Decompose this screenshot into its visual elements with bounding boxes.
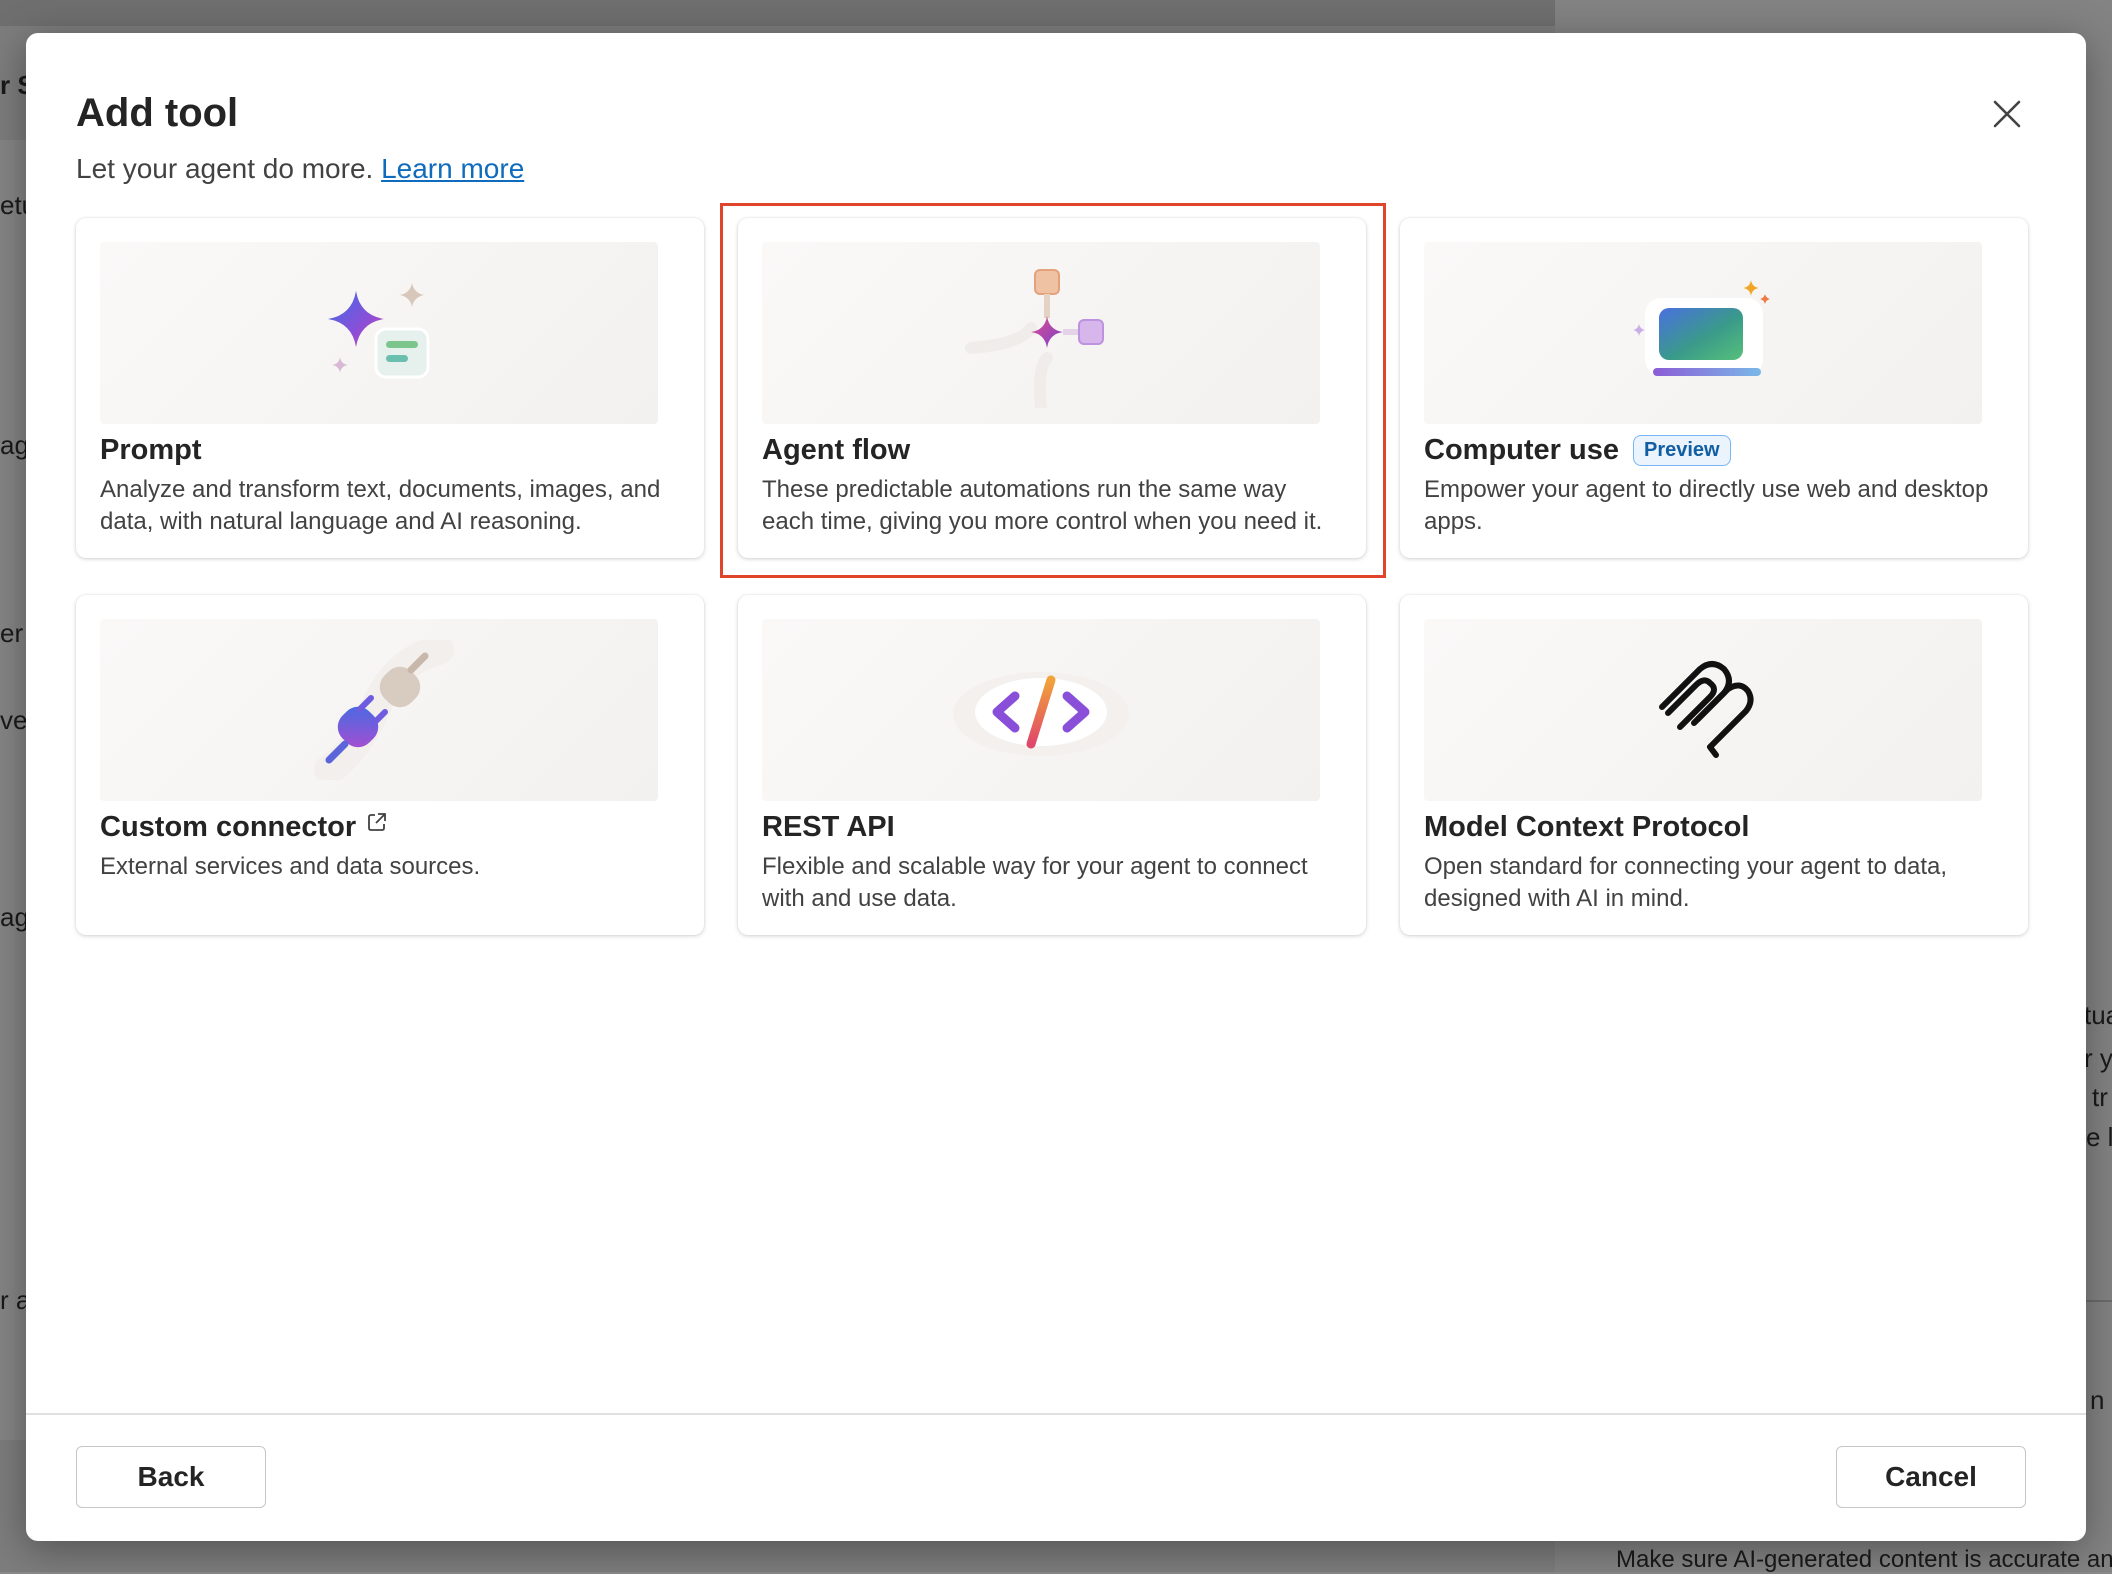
close-icon <box>1993 100 2021 128</box>
card-title: REST API <box>762 811 895 844</box>
card-banner <box>762 242 1320 424</box>
card-title: Computer use Preview <box>1424 434 1731 467</box>
card-title-text: Computer use <box>1424 434 1619 466</box>
learn-more-link[interactable]: Learn more <box>381 153 524 184</box>
close-button[interactable] <box>1986 93 2028 135</box>
tool-card-agent-flow[interactable]: Agent flow These predictable automations… <box>738 218 1366 558</box>
add-tool-dialog: Add tool Let your agent do more. Learn m… <box>26 33 2086 1541</box>
background-left-panel <box>0 140 26 1440</box>
card-title-text: Agent flow <box>762 434 911 466</box>
dialog-subtitle: Let your agent do more. Learn more <box>76 153 524 185</box>
plug-icon <box>314 640 454 780</box>
tool-card-prompt[interactable]: Prompt Analyze and transform text, docum… <box>76 218 704 558</box>
card-title-text: Model Context Protocol <box>1424 811 1750 843</box>
external-link-icon <box>368 812 387 831</box>
card-description: Flexible and scalable way for your agent… <box>762 853 1308 912</box>
card-title: Custom connector <box>100 811 388 844</box>
back-button[interactable]: Back <box>76 1446 266 1508</box>
card-description: Empower your agent to directly use web a… <box>1424 476 1989 535</box>
dialog-subtitle-text: Let your agent do more. <box>76 153 374 184</box>
mcp-icon <box>1659 661 1754 758</box>
tool-card-rest-api[interactable]: REST API Flexible and scalable way for y… <box>738 595 1366 935</box>
card-banner <box>762 619 1320 801</box>
card-title-text: Prompt <box>100 434 202 466</box>
background-text: ag <box>0 430 29 460</box>
footer-divider <box>26 1413 2086 1415</box>
tool-card-computer-use[interactable]: Computer use Preview Empower your agent … <box>1400 218 2028 558</box>
background-text: Make sure AI-generated content is accura… <box>1616 1546 2112 1573</box>
card-title: Model Context Protocol <box>1424 811 1749 844</box>
card-title: Prompt <box>100 434 202 467</box>
preview-badge: Preview <box>1632 435 1731 466</box>
tool-card-custom-connector[interactable]: Custom connector External services and d… <box>76 595 704 935</box>
agent-flow-icon <box>965 269 1104 408</box>
card-banner <box>1424 619 1982 801</box>
cancel-button[interactable]: Cancel <box>1836 1446 2026 1508</box>
background-text: n <box>2090 1385 2105 1415</box>
background-text: ag <box>0 902 29 932</box>
background-text: tr <box>2092 1082 2108 1112</box>
background-text: r y <box>2084 1043 2112 1073</box>
dialog-title: Add tool <box>76 91 239 135</box>
card-description: These predictable automations run the sa… <box>762 476 1323 535</box>
card-banner <box>100 242 658 424</box>
card-description: Analyze and transform text, documents, i… <box>100 476 661 535</box>
background-text: e l <box>2086 1122 2112 1152</box>
card-description: External services and data sources. <box>100 853 481 880</box>
card-title-text: REST API <box>762 811 895 843</box>
computer-use-icon <box>1633 280 1770 376</box>
card-banner <box>1424 242 1982 424</box>
tool-card-model-context-protocol[interactable]: Model Context Protocol Open standard for… <box>1400 595 2028 935</box>
prompt-sparkle-icon <box>328 283 430 379</box>
card-description: Open standard for connecting your agent … <box>1424 853 1948 912</box>
background-text: tua <box>2084 1000 2112 1030</box>
background-text: ve <box>0 705 28 735</box>
background-text: er <box>0 618 24 648</box>
code-icon <box>953 672 1129 756</box>
card-title-text: Custom connector <box>100 811 357 843</box>
card-title: Agent flow <box>762 434 910 467</box>
card-banner <box>100 619 658 801</box>
